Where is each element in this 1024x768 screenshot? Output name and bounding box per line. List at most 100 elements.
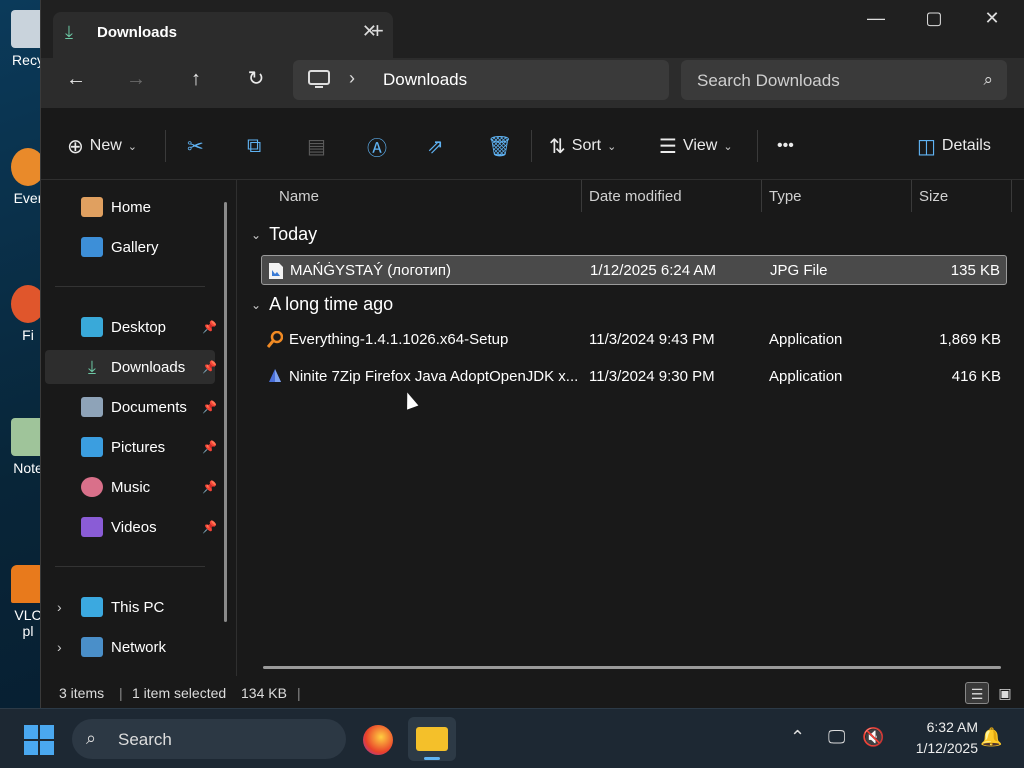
taskbar-search[interactable]: ⌕ Search [72, 719, 346, 759]
search-icon: ⌕ [86, 728, 97, 748]
column-divider[interactable] [581, 180, 582, 212]
column-divider[interactable] [911, 180, 912, 212]
address-bar[interactable]: › Downloads [293, 60, 669, 100]
sidebar-item-gallery[interactable]: Gallery [45, 230, 215, 264]
more-options-button[interactable]: ••• [777, 132, 794, 160]
chevron-up-icon[interactable]: ⌃ [790, 727, 805, 748]
this-pc-icon [81, 597, 103, 617]
selection-size: 134 KB [241, 685, 287, 701]
sidebar-item-documents[interactable]: Documents 📌 [45, 390, 217, 424]
tab-downloads[interactable]: ⤓ Downloads ✕ [53, 12, 393, 58]
file-row[interactable]: Everything-1.4.1.1026.x64-Setup 11/3/202… [261, 325, 1007, 355]
command-bar: ⊕ New ⌄ ✂ ⧉ ▤ Ⓐ ⇗ 🗑 ⇅ Sort ⌄ ☰ View ⌄ ••… [41, 108, 1024, 180]
sidebar-item-music[interactable]: Music 📌 [45, 470, 217, 504]
new-tab-button[interactable]: + [371, 18, 384, 44]
column-header-date[interactable]: Date modified [589, 180, 682, 214]
file-date: 11/3/2024 9:43 PM [589, 331, 715, 348]
share-button[interactable]: ⇗ [427, 132, 444, 160]
close-window-button[interactable]: ✕ [967, 8, 1017, 32]
pin-icon[interactable]: 📌 [202, 480, 217, 494]
pin-icon[interactable]: 📌 [202, 320, 217, 334]
sidebar-item-desktop[interactable]: Desktop 📌 [45, 310, 217, 344]
image-file-icon [269, 263, 283, 279]
details-pane-button[interactable]: ◫ Details [917, 132, 991, 160]
system-clock[interactable]: 6:32 AM 1/12/2025 [896, 717, 978, 759]
chevron-right-icon[interactable]: › [57, 599, 62, 615]
breadcrumb-chevron-icon[interactable]: › [349, 68, 355, 89]
pin-icon[interactable]: 📌 [202, 520, 217, 534]
refresh-button[interactable]: ↻ [241, 64, 271, 94]
file-size: 135 KB [950, 262, 1000, 279]
taskbar-file-explorer[interactable] [408, 717, 456, 761]
windows-start-icon[interactable] [24, 725, 54, 755]
title-bar: ⤓ Downloads ✕ + — ▢ ✕ [41, 0, 1024, 58]
network-icon [81, 637, 103, 657]
file-type: JPG File [770, 262, 828, 279]
pin-icon[interactable]: 📌 [202, 400, 217, 414]
taskbar-firefox[interactable] [354, 717, 402, 761]
group-header-today[interactable]: ⌄ Today [251, 224, 317, 245]
back-button[interactable]: ← [61, 64, 91, 94]
pin-icon[interactable]: 📌 [202, 440, 217, 454]
tiles-view-icon[interactable]: ▣ [993, 682, 1017, 704]
chevron-right-icon[interactable]: › [57, 639, 62, 655]
forward-button[interactable]: → [121, 64, 151, 94]
home-icon [81, 197, 103, 217]
column-divider[interactable] [1011, 180, 1012, 212]
column-header-type[interactable]: Type [769, 180, 802, 214]
group-label: Today [269, 224, 318, 244]
minimize-button[interactable]: — [851, 8, 901, 32]
taskbar: ⌕ Search ⌃ 🖵 🔇 6:32 AM 1/12/2025 🔔 [0, 708, 1024, 768]
sidebar-item-home[interactable]: Home [45, 190, 215, 224]
sidebar-item-downloads[interactable]: ⤓ Downloads 📌 [45, 350, 217, 384]
sidebar-item-label: Pictures [111, 438, 166, 456]
rename-button[interactable]: Ⓐ [367, 132, 387, 160]
sidebar-item-videos[interactable]: Videos 📌 [45, 510, 217, 544]
search-box[interactable]: Search Downloads ⌕ [681, 60, 1007, 100]
sidebar-item-pictures[interactable]: Pictures 📌 [45, 430, 217, 464]
sidebar-item-label: Home [111, 198, 152, 216]
sidebar-item-this-pc[interactable]: › This PC [45, 590, 215, 624]
status-bar: 3 items | 1 item selected 134 KB | ☰ ▣ [41, 676, 1024, 708]
sort-button[interactable]: ⇅ Sort ⌄ [549, 132, 616, 160]
horizontal-scrollbar[interactable] [263, 666, 1001, 669]
group-header-long-time-ago[interactable]: ⌄ A long time ago [251, 294, 393, 315]
view-lines-icon: ☰ [659, 135, 677, 158]
paste-button[interactable]: ▤ [307, 132, 326, 160]
column-label: Name [279, 188, 320, 205]
details-view-icon[interactable]: ☰ [965, 682, 989, 704]
view-button[interactable]: ☰ View ⌄ [659, 132, 733, 160]
column-header-size[interactable]: Size [919, 180, 948, 214]
maximize-button[interactable]: ▢ [909, 8, 959, 32]
file-row[interactable]: Ninite 7Zip Firefox Java AdoptOpenJDK x.… [261, 362, 1007, 392]
up-button[interactable]: ↑ [181, 64, 211, 94]
sidebar-item-network[interactable]: › Network [45, 630, 215, 664]
delete-button[interactable]: 🗑 [487, 132, 512, 160]
documents-folder-icon [81, 397, 103, 417]
copy-button[interactable]: ⧉ [247, 132, 261, 160]
scissors-icon: ✂ [187, 135, 204, 158]
file-type: Application [769, 368, 843, 385]
cut-button[interactable]: ✂ [187, 132, 204, 160]
breadcrumb-downloads[interactable]: Downloads [383, 70, 467, 90]
pin-icon[interactable]: 📌 [202, 360, 217, 374]
sidebar-scrollbar[interactable] [224, 202, 227, 622]
column-label: Type [769, 188, 802, 205]
network-status-icon[interactable]: 🖵 [828, 727, 845, 748]
volume-muted-icon[interactable]: 🔇 [862, 727, 884, 748]
column-header-name[interactable]: Name [279, 180, 319, 214]
column-label: Date modified [589, 188, 682, 205]
chevron-down-icon: ⌄ [723, 140, 733, 153]
sidebar-item-label: Desktop [111, 318, 167, 336]
chevron-down-icon: ⌄ [127, 140, 137, 153]
column-divider[interactable] [761, 180, 762, 212]
start-logo-pane [40, 725, 54, 739]
rename-icon: Ⓐ [367, 137, 387, 160]
sidebar-item-label: Documents [111, 398, 187, 416]
new-button[interactable]: ⊕ New ⌄ [67, 132, 137, 160]
ninite-app-icon [269, 369, 281, 382]
search-icon: ⌕ [983, 70, 993, 89]
notification-bell-icon[interactable]: 🔔 [980, 727, 1002, 748]
everything-app-icon [267, 331, 283, 348]
file-row[interactable]: MAŃĠYSTAÝ (логотип) 1/12/2025 6:24 AM JP… [261, 255, 1007, 285]
